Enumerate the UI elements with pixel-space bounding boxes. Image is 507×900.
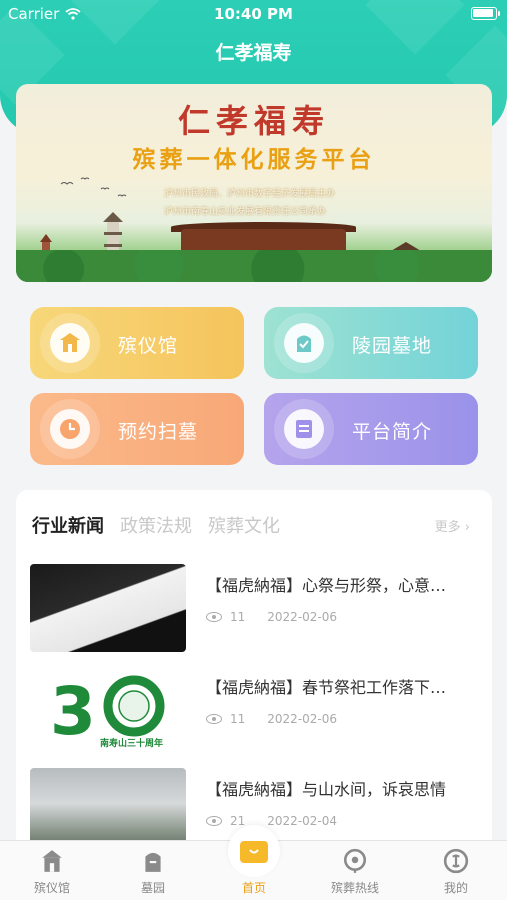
eye-icon (206, 612, 222, 622)
view-count: 11 (230, 610, 246, 624)
banner-organizer: 泸州市民政局、泸州市数字经济发展局主办 (164, 189, 336, 199)
tabbar-cemetery[interactable]: 墓园 (113, 847, 193, 896)
more-link[interactable]: 更多 › (435, 516, 470, 535)
tabbar-funeral-hall[interactable]: 殡仪馆 (12, 847, 92, 896)
thumbnail-caption: 南寿山三十周年 (100, 739, 164, 749)
platform-intro-button[interactable]: 平台简介 (264, 393, 478, 465)
funeral-hall-button[interactable]: 殡仪馆 (30, 307, 244, 379)
cemetery-icon (145, 852, 161, 872)
svg-text:3: 3 (50, 673, 96, 750)
news-tabs: 行业新闻 政策法规 殡葬文化 (32, 512, 280, 538)
news-meta: 11 2022-02-06 (206, 712, 337, 726)
tabbar-profile[interactable]: 我的 (416, 847, 496, 896)
funeral-hall-label: 殡仪馆 (118, 335, 179, 357)
status-bar: Carrier 10:40 PM (0, 0, 507, 28)
banner-undertaker: 泸州市南寿山实业发展有限责任公司承办 (164, 207, 327, 217)
cemetery-icon (297, 335, 311, 352)
news-card: 行业新闻 政策法规 殡葬文化 更多 › 【福虎納福】心祭与形祭，心意… 11 2… (16, 490, 492, 856)
profile-icon (443, 848, 469, 874)
funeral-hall-icon (60, 333, 80, 352)
news-title: 【福虎納福】春节祭祀工作落下… (206, 678, 447, 697)
booking-label: 预约扫墓 (118, 421, 199, 443)
funeral-hall-icon (42, 850, 62, 872)
hero-banner[interactable]: 仁孝福寿 殡葬一体化服务平台 泸州市民政局、泸州市数字经济发展局主办 泸州市南寿… (16, 84, 492, 282)
tabbar-hotline[interactable]: 殡葬热线 (315, 847, 395, 896)
news-item[interactable]: 3 南寿山三十周年 【福虎納福】春节祭祀工作落下… 11 2022-02-06 (30, 666, 480, 758)
view-count: 11 (230, 712, 246, 726)
status-time: 10:40 PM (214, 5, 293, 23)
news-date: 2022-02-04 (267, 814, 338, 828)
eye-icon (206, 714, 222, 724)
news-item[interactable]: 【福虎納福】心祭与形祭，心意… 11 2022-02-06 (30, 564, 480, 656)
view-count: 21 (230, 814, 246, 828)
banner-subtitle: 殡葬一体化服务平台 (132, 146, 376, 173)
chevron-right-icon: › (464, 520, 470, 535)
news-thumbnail: 3 南寿山三十周年 (30, 666, 186, 754)
tabbar-home[interactable]: 首页 (214, 879, 294, 896)
platform-intro-label: 平台简介 (352, 421, 433, 443)
booking-button[interactable]: 预约扫墓 (30, 393, 244, 465)
cemetery-label: 陵园墓地 (352, 335, 433, 357)
news-meta: 21 2022-02-04 (206, 814, 337, 828)
trees (16, 250, 492, 282)
eye-icon (206, 816, 222, 826)
page-title: 仁孝福寿 (215, 42, 292, 64)
clock-icon (60, 419, 80, 439)
tab-industry-news[interactable]: 行业新闻 (32, 512, 104, 538)
tab-culture[interactable]: 殡葬文化 (208, 512, 280, 538)
hotline-icon (343, 848, 367, 873)
news-date: 2022-02-06 (267, 610, 338, 624)
cemetery-button[interactable]: 陵园墓地 (264, 307, 478, 379)
news-title: 【福虎納福】与山水间，诉哀思情 (206, 780, 447, 799)
bottom-tab-bar: 殡仪馆 墓园 首页 殡葬热线 我的 (0, 825, 507, 900)
battery-icon (471, 7, 500, 20)
news-date: 2022-02-06 (267, 712, 338, 726)
document-icon (296, 420, 312, 438)
tab-policy[interactable]: 政策法规 (120, 512, 192, 538)
home-bubble[interactable] (228, 825, 280, 877)
news-meta: 11 2022-02-06 (206, 610, 337, 624)
news-thumbnail (30, 564, 186, 652)
news-title: 【福虎納福】心祭与形祭，心意… (206, 576, 447, 595)
home-icon (240, 841, 268, 863)
banner-title: 仁孝福寿 (177, 102, 330, 140)
birds-icon (60, 177, 127, 197)
